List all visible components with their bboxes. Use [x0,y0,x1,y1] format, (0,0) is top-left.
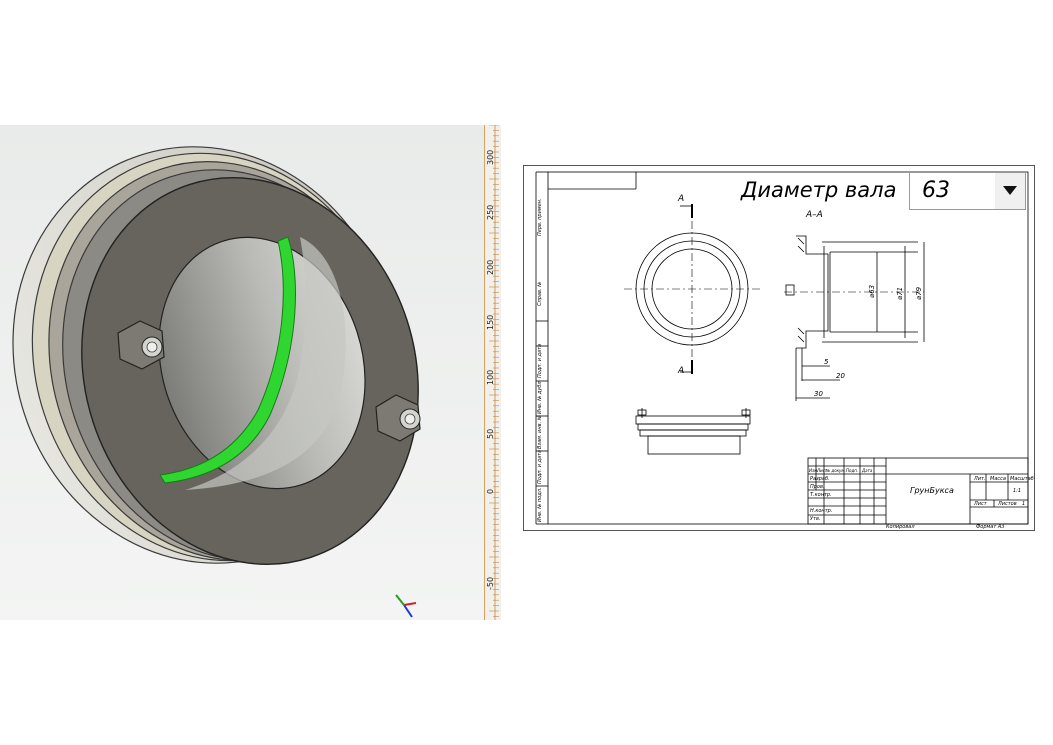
ruler-label: 50 [486,428,495,439]
tb-list2: Лист [974,501,987,507]
parameter-label: Диаметр вала [741,178,897,202]
ruler-label: 250 [486,204,495,220]
ruler-label: 200 [486,259,495,275]
dim-30: 30 [814,390,823,398]
tb-masshtab: Масштаб [1010,476,1034,482]
ruler-label: -50 [486,576,495,590]
tb-tkontr: Т.контр. [810,492,832,498]
vertical-ruler[interactable]: 300 250 200 150 100 50 0 -50 [484,125,501,620]
tb-nkontr: Н.контр. [810,508,833,514]
tb-podp: Подп. [846,468,859,473]
tb-format: Формат А3 [976,524,1005,530]
chevron-down-icon [1003,186,1017,195]
stamp-inv-podl: Инв. № подл. [537,487,543,523]
ruler-label: 300 [486,149,495,165]
ruler-label: 150 [486,314,495,330]
dim-20: 20 [836,372,845,380]
stamp-perv-primen: Перв. примен. [537,198,543,236]
tb-copied: Копировал [886,524,915,530]
stamp-vzam-inv: Взам. инв. № [537,415,543,449]
bearing-housing-3d-model [12,146,421,618]
model-3d-viewport[interactable] [0,125,484,620]
dim-5: 5 [824,358,829,366]
tb-data: Дата [862,468,873,473]
section-label: A–A [806,210,823,220]
dim-d71: ⌀71 [896,286,904,300]
stamp-podp-data-2: Подп. и дата [537,449,543,484]
dropdown-button[interactable] [995,173,1025,209]
ruler-label: 0 [486,488,495,494]
tb-prov: Пров. [810,484,825,490]
tb-utv: Утв. [810,516,821,522]
tb-lit: Лит. [974,476,986,482]
tb-massa: Масса [990,476,1006,482]
dim-d63: ⌀63 [868,284,876,298]
dim-d79: ⌀79 [915,286,923,300]
tb-ndokum: № докум. [826,468,846,473]
stamp-podp-data-1: Подп. и дата [537,343,543,378]
title-block-name: ГрунБукса [910,486,954,495]
tb-razrab: Разраб. [810,476,830,482]
stamp-sprav: Справ. № [537,281,543,306]
shaft-diameter-value: 63 [922,178,950,203]
drawing-sheet[interactable]: Диаметр вала 63 A A A–A ⌀63 ⌀71 ⌀79 5 20… [523,165,1035,531]
stamp-inv-dubl: Инв. № дубл. [537,379,543,414]
drawing-lines [535,171,1029,525]
axis-triad-icon [395,594,417,618]
cut-label-top: A [678,194,685,204]
ruler-label: 100 [486,369,495,385]
tb-scale-value: 1:1 [1013,488,1022,494]
shaft-diameter-select[interactable]: 63 [909,172,1026,210]
cut-label-bottom: A [678,366,685,376]
tb-listov: Листов [998,501,1017,507]
tb-listov-value: 1 [1022,501,1026,507]
